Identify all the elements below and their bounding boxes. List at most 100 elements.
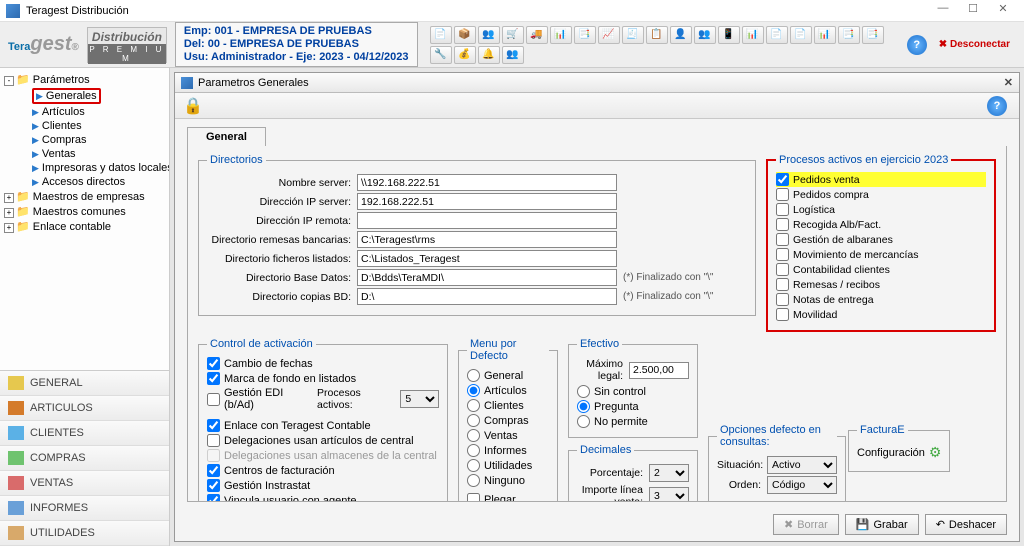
footer-buttons: ✖ Borrar 💾 Grabar ↶ Deshacer: [175, 508, 1019, 541]
facturae-config-button[interactable]: Configuración: [857, 447, 925, 459]
tree-item[interactable]: ▶Clientes: [2, 119, 167, 133]
session-info: Emp: 001 - EMPRESA DE PRUEBAS Del: 00 - …: [175, 22, 418, 67]
toolbar-button[interactable]: 📋: [646, 26, 668, 44]
toolbar-button[interactable]: 📊: [742, 26, 764, 44]
nav-utilidades[interactable]: UTILIDADES: [0, 521, 169, 546]
nav-articulos[interactable]: ARTICULOS: [0, 396, 169, 421]
panel-close-button[interactable]: ✕: [1004, 76, 1013, 89]
radio-sin-control[interactable]: [577, 385, 590, 398]
toolbar-button[interactable]: 👥: [502, 46, 524, 64]
radio-articulos[interactable]: [467, 384, 480, 397]
radio-ninguno[interactable]: [467, 474, 480, 487]
chk-deleg-art[interactable]: [207, 434, 220, 447]
select-situacion[interactable]: Activo: [767, 456, 837, 474]
chk-movilidad[interactable]: [776, 308, 789, 321]
tree-node-parametros[interactable]: 📁 Parámetros: [2, 72, 167, 87]
radio-clientes[interactable]: [467, 399, 480, 412]
input-ipremota[interactable]: [357, 212, 617, 229]
toolbar-button[interactable]: 📑: [838, 26, 860, 44]
tree-item[interactable]: ▶Impresoras y datos locales: [2, 161, 167, 175]
undo-button[interactable]: ↶ Deshacer: [925, 514, 1007, 535]
radio-informes[interactable]: [467, 444, 480, 457]
gear-icon: ⚙: [929, 444, 942, 461]
chk-albaranes[interactable]: [776, 233, 789, 246]
help-button[interactable]: ?: [907, 35, 927, 55]
toolbar-button[interactable]: 👥: [694, 26, 716, 44]
toolbar-button[interactable]: 👥: [478, 26, 500, 44]
select-porcentaje[interactable]: 2: [649, 464, 689, 482]
toolbar-button[interactable]: 🧾: [622, 26, 644, 44]
toolbar-button[interactable]: 📑: [574, 26, 596, 44]
tree-item[interactable]: ▶Compras: [2, 133, 167, 147]
save-button[interactable]: 💾 Grabar: [845, 514, 919, 535]
chk-plegar[interactable]: [467, 493, 480, 502]
toolbar-button[interactable]: 📄: [766, 26, 788, 44]
tree-item[interactable]: ▶Ventas: [2, 147, 167, 161]
chk-remesas[interactable]: [776, 278, 789, 291]
disconnect-link[interactable]: Desconectar: [939, 39, 1010, 50]
toolbar-button[interactable]: 🔧: [430, 46, 452, 64]
tree-item[interactable]: ▶Accesos directos: [2, 175, 167, 189]
radio-compras[interactable]: [467, 414, 480, 427]
nav-informes[interactable]: INFORMES: [0, 496, 169, 521]
toolbar-button[interactable]: 💰: [454, 46, 476, 64]
chk-pedidos-venta[interactable]: Pedidos venta: [776, 172, 986, 187]
toolbar-button[interactable]: 🚚: [526, 26, 548, 44]
radio-general[interactable]: [467, 369, 480, 382]
toolbar-button[interactable]: 📱: [718, 26, 740, 44]
input-server[interactable]: [357, 174, 617, 191]
nav-clientes[interactable]: CLIENTES: [0, 421, 169, 446]
toolbar-button[interactable]: 📄: [430, 26, 452, 44]
radio-no-permite[interactable]: [577, 415, 590, 428]
toolbar-button[interactable]: 📄: [790, 26, 812, 44]
chk-centros-fact[interactable]: [207, 464, 220, 477]
toolbar-button[interactable]: 🛒: [502, 26, 524, 44]
input-ipserver[interactable]: [357, 193, 617, 210]
toolbar-button[interactable]: 📦: [454, 26, 476, 44]
tree-node[interactable]: 📁 Maestros comunes: [2, 204, 167, 219]
tree-node[interactable]: 📁 Maestros de empresas: [2, 189, 167, 204]
header-band: Teragest® Distribución P R E M I U M Emp…: [0, 22, 1024, 68]
tree-item-generales[interactable]: ▶Generales: [2, 87, 167, 105]
chk-cambio-fechas[interactable]: [207, 357, 220, 370]
chk-contabilidad[interactable]: [776, 263, 789, 276]
panel-help-button[interactable]: ?: [987, 96, 1007, 116]
chk-vincula-usuario[interactable]: [207, 494, 220, 502]
chk-recogida[interactable]: [776, 218, 789, 231]
select-orden[interactable]: Código: [767, 476, 837, 494]
nav-ventas[interactable]: VENTAS: [0, 471, 169, 496]
maximize-button[interactable]: ☐: [958, 2, 988, 20]
tree-node[interactable]: 📁 Enlace contable: [2, 219, 167, 234]
chk-edi[interactable]: [207, 393, 220, 406]
chk-notas[interactable]: [776, 293, 789, 306]
toolbar-button[interactable]: 📑: [862, 26, 884, 44]
chk-enlace-contable[interactable]: [207, 419, 220, 432]
toolbar-button[interactable]: 📈: [598, 26, 620, 44]
input-listados[interactable]: [357, 250, 617, 267]
tree-item[interactable]: ▶Artículos: [2, 105, 167, 119]
tab-general[interactable]: General: [187, 127, 266, 146]
toolbar-button[interactable]: 📊: [814, 26, 836, 44]
toolbar-button[interactable]: 📊: [550, 26, 572, 44]
nav-general[interactable]: GENERAL: [0, 371, 169, 396]
radio-ventas[interactable]: [467, 429, 480, 442]
minimize-button[interactable]: —: [928, 2, 958, 20]
close-button[interactable]: ✕: [988, 2, 1018, 20]
input-maximo-legal[interactable]: [629, 362, 689, 379]
chk-pedidos-compra[interactable]: [776, 188, 789, 201]
radio-utilidades[interactable]: [467, 459, 480, 472]
select-importe[interactable]: 3: [649, 487, 689, 502]
chk-intrastat[interactable]: [207, 479, 220, 492]
radio-pregunta[interactable]: [577, 400, 590, 413]
toolbar-button[interactable]: 🔔: [478, 46, 500, 64]
delete-button: ✖ Borrar: [773, 514, 839, 535]
input-remesas[interactable]: [357, 231, 617, 248]
chk-logistica[interactable]: [776, 203, 789, 216]
select-procesos-activos[interactable]: 5: [400, 390, 439, 408]
chk-marca-fondo[interactable]: [207, 372, 220, 385]
chk-movimiento[interactable]: [776, 248, 789, 261]
toolbar-button[interactable]: 👤: [670, 26, 692, 44]
input-copias[interactable]: [357, 288, 617, 305]
input-basedatos[interactable]: [357, 269, 617, 286]
nav-compras[interactable]: COMPRAS: [0, 446, 169, 471]
